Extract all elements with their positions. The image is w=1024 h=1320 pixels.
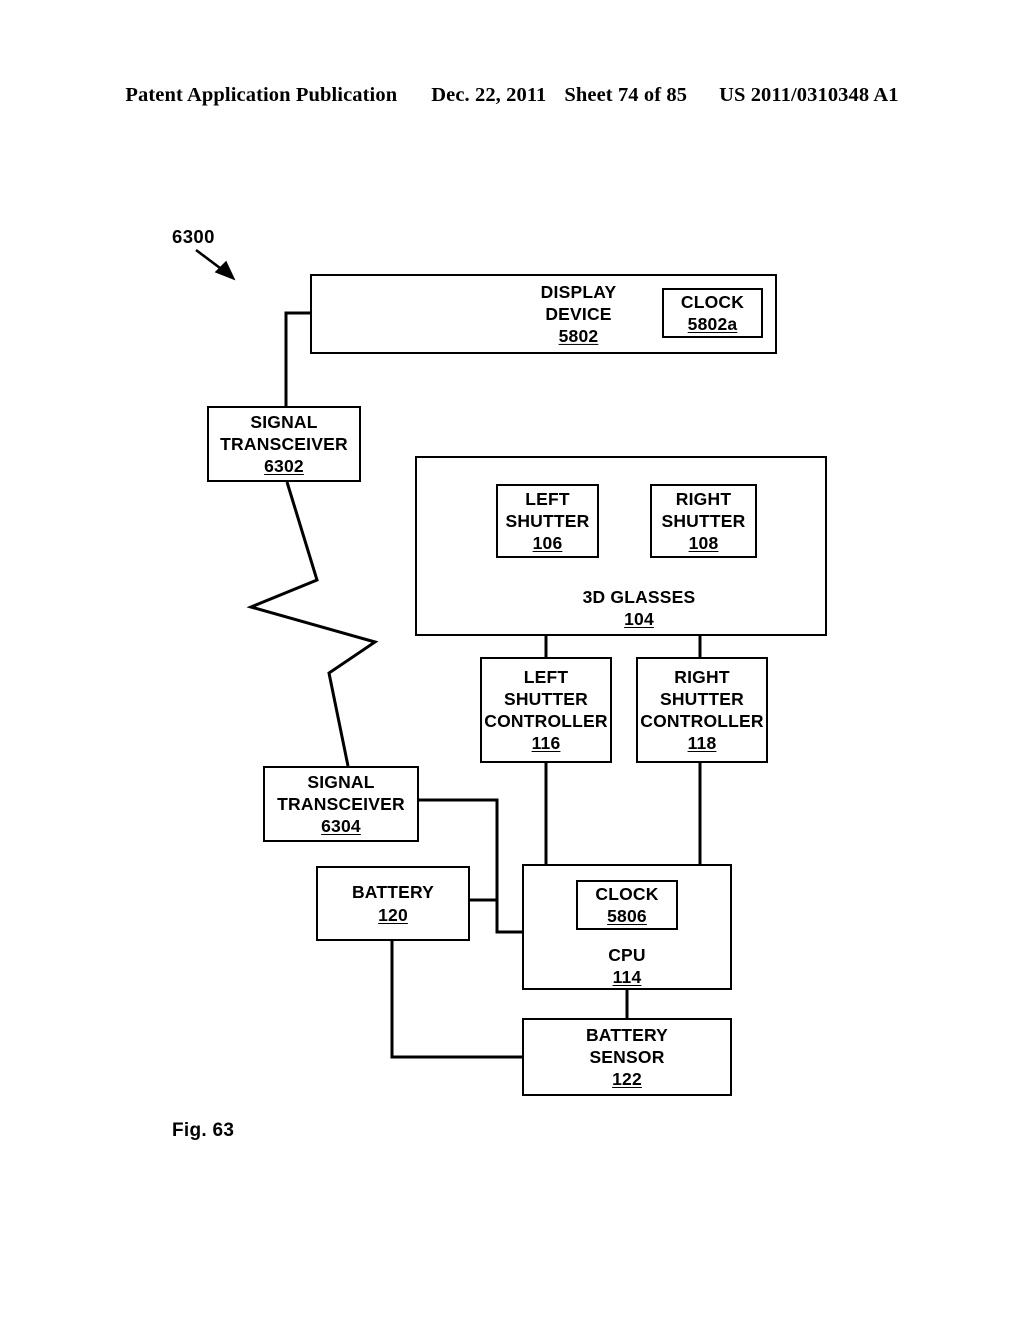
battery-sensor-line1: BATTERY xyxy=(585,1024,669,1045)
left-shutter-controller-line1: LEFT xyxy=(523,666,569,687)
wire-wireless-zigzag xyxy=(246,481,379,767)
right-shutter-line1: RIGHT xyxy=(675,488,732,509)
block-3d-glasses[interactable]: 3D GLASSES 104 LEFT SHUTTER 106 RIGHT SH… xyxy=(415,456,827,636)
display-device-line1: DISPLAY xyxy=(540,281,617,302)
block-right-shutter-controller[interactable]: RIGHT SHUTTER CONTROLLER 118 xyxy=(636,657,768,763)
signal-transceiver-top-line1: SIGNAL xyxy=(250,411,318,432)
block-cpu-clock[interactable]: CLOCK 5806 xyxy=(576,880,678,930)
right-shutter-ref: 108 xyxy=(688,533,719,554)
block-signal-transceiver-6304[interactable]: SIGNAL TRANSCEIVER 6304 xyxy=(263,766,419,842)
battery-line1: BATTERY xyxy=(351,882,435,903)
callout-label-6300: 6300 xyxy=(172,226,215,247)
glasses-line1: 3D GLASSES xyxy=(582,587,696,607)
left-shutter-controller-line3: CONTROLLER xyxy=(484,711,608,731)
signal-transceiver-bottom-line2: TRANSCEIVER xyxy=(277,793,405,814)
cpu-ref: 114 xyxy=(612,967,642,988)
cpu-line1: CPU xyxy=(608,945,646,965)
left-shutter-line1: LEFT xyxy=(525,488,570,509)
left-shutter-ref: 106 xyxy=(532,533,563,554)
left-shutter-controller-ref: 116 xyxy=(531,733,561,754)
block-display-device[interactable]: DISPLAY DEVICE 5802 CLOCK 5802a xyxy=(310,274,777,354)
block-right-shutter[interactable]: RIGHT SHUTTER 108 xyxy=(650,484,757,558)
battery-sensor-ref: 122 xyxy=(612,1069,642,1090)
display-clock-line1: CLOCK xyxy=(680,291,745,312)
block-battery-sensor[interactable]: BATTERY SENSOR 122 xyxy=(522,1018,732,1096)
block-signal-transceiver-6302[interactable]: SIGNAL TRANSCEIVER 6302 xyxy=(207,406,361,482)
right-shutter-controller-line1: RIGHT xyxy=(674,666,730,687)
signal-transceiver-top-line2: TRANSCEIVER xyxy=(220,433,348,454)
block-left-shutter-controller[interactable]: LEFT SHUTTER CONTROLLER 116 xyxy=(480,657,612,763)
callout-arrow-head xyxy=(214,260,236,281)
signal-transceiver-top-ref: 6302 xyxy=(264,456,304,477)
right-shutter-controller-ref: 118 xyxy=(687,733,717,754)
block-battery[interactable]: BATTERY 120 xyxy=(316,866,470,941)
wire-battery-to-battery-sensor xyxy=(390,941,522,1059)
display-device-line2: DEVICE xyxy=(545,303,612,324)
figure-caption: Fig. 63 xyxy=(172,1120,235,1141)
figure-63-diagram: 6300 DISPLAY DEVICE 5802 CLOCK 5802a SIG… xyxy=(0,0,1024,1320)
right-shutter-line2: SHUTTER xyxy=(661,510,746,531)
callout-arrow-line xyxy=(195,248,233,279)
block-display-clock[interactable]: CLOCK 5802a xyxy=(662,288,763,338)
display-device-ref: 5802 xyxy=(558,326,599,347)
cpu-clock-ref: 5806 xyxy=(607,906,647,926)
signal-transceiver-bottom-line1: SIGNAL xyxy=(307,771,375,792)
left-shutter-controller-line2: SHUTTER xyxy=(503,688,589,709)
right-shutter-controller-line2: SHUTTER xyxy=(659,688,745,709)
wire-display-to-transceiver-6302 xyxy=(284,311,310,406)
glasses-ref: 104 xyxy=(624,609,654,630)
display-clock-ref: 5802a xyxy=(687,314,738,334)
block-left-shutter[interactable]: LEFT SHUTTER 106 xyxy=(496,484,599,558)
signal-transceiver-bottom-ref: 6304 xyxy=(321,816,361,837)
patent-page: Patent Application Publication Dec. 22, … xyxy=(0,0,1024,1320)
block-cpu[interactable]: CPU 114 CLOCK 5806 xyxy=(522,864,732,990)
battery-ref: 120 xyxy=(378,904,408,925)
right-shutter-controller-line3: CONTROLLER xyxy=(640,711,764,731)
battery-sensor-line2: SENSOR xyxy=(589,1046,665,1067)
left-shutter-line2: SHUTTER xyxy=(505,510,590,531)
cpu-clock-line1: CLOCK xyxy=(595,883,659,904)
